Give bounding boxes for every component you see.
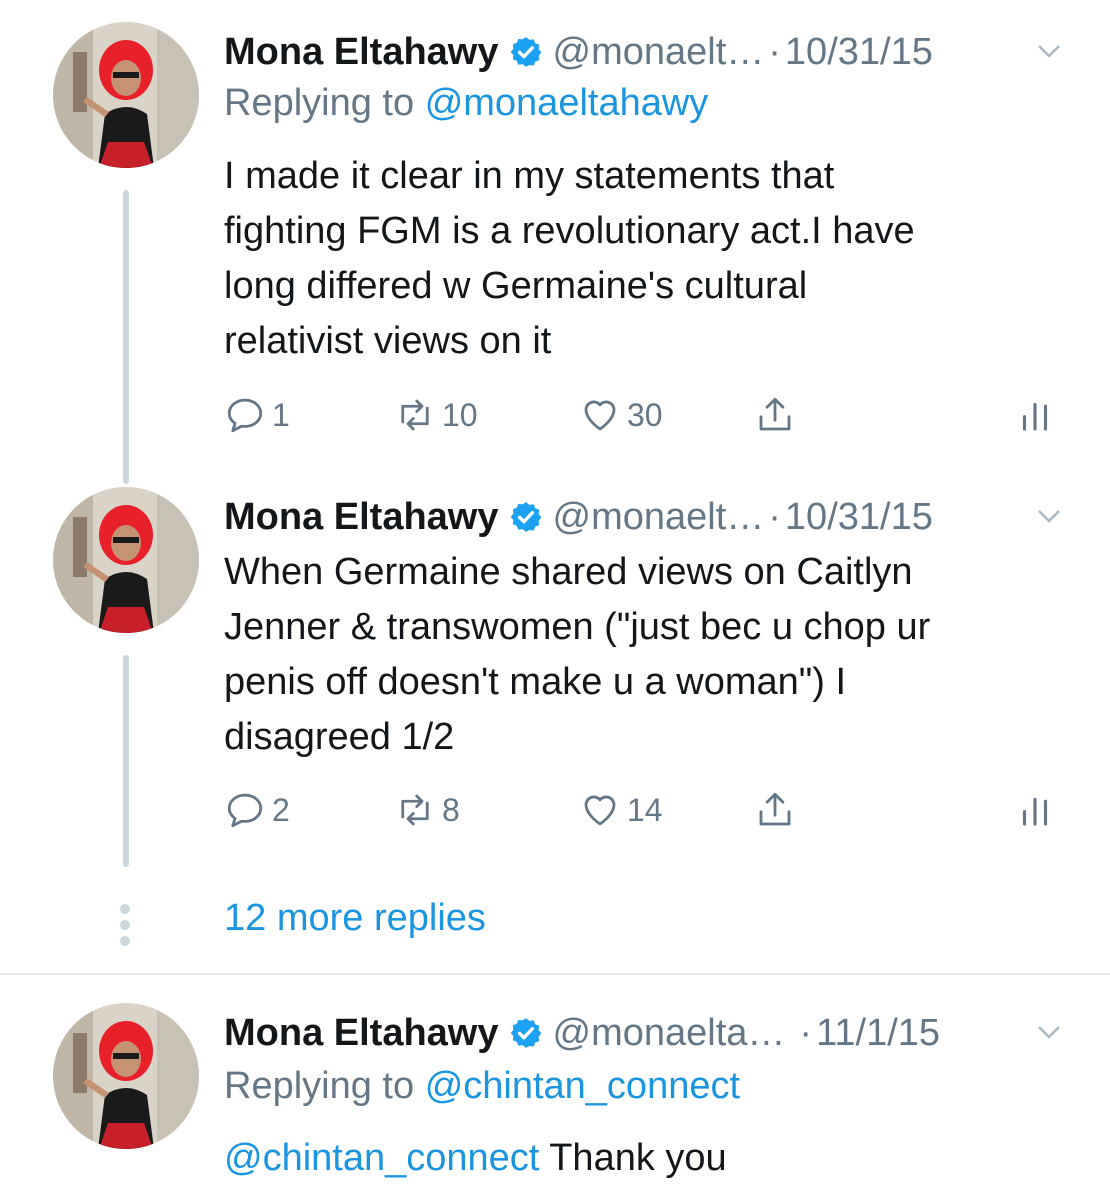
retweet-count: 8 [442, 791, 460, 828]
analytics-icon [1022, 402, 1048, 431]
tweet[interactable]: Mona Eltahawy @monaelt… · 10/31/15 Reply… [0, 22, 1110, 484]
retweet-button[interactable]: 8 [394, 785, 460, 835]
tweet[interactable]: Mona Eltahawy @monaelt… · 10/31/15 When … [0, 487, 1110, 877]
chevron-down-icon[interactable] [1034, 501, 1064, 531]
reply-button[interactable]: 2 [224, 785, 290, 835]
separator-dot: · [799, 1011, 813, 1054]
reply-count: 2 [272, 791, 290, 828]
heart-icon [584, 795, 616, 826]
tweet-text: When Germaine shared views on Caitlyn Je… [224, 545, 1064, 765]
collapsed-thread-dots [120, 904, 132, 952]
reply-to-mention[interactable]: @monaeltahawy [425, 82, 709, 124]
display-name[interactable]: Mona Eltahawy [224, 496, 499, 539]
analytics-button[interactable] [1014, 390, 1056, 440]
reply-button[interactable]: 1 [224, 390, 290, 440]
handle[interactable]: @monaelt… [553, 496, 765, 539]
tweet-header: Mona Eltahawy @monaelta… · 11/1/15 [224, 1003, 1064, 1063]
avatar[interactable] [53, 487, 199, 633]
replying-to: Replying to @chintan_connect [224, 1065, 740, 1108]
divider [0, 973, 1110, 975]
reply-to-mention[interactable]: @chintan_connect [425, 1065, 740, 1107]
thread-line [123, 190, 129, 484]
replying-to-label: Replying to [224, 1065, 415, 1107]
tweet-text-line: Jenner & transwomen ("just bec u chop ur [224, 606, 931, 648]
separator-dot: · [768, 30, 781, 73]
like-count: 14 [627, 791, 663, 828]
tweet-text-line: penis off doesn't make u a woman") I [224, 661, 847, 703]
separator-dot: · [768, 495, 781, 538]
tweet-header: Mona Eltahawy @monaelt… · 10/31/15 [224, 487, 1064, 547]
like-count: 30 [627, 396, 663, 433]
tweet-text-line: long differed w Germaine's cultural [224, 265, 808, 307]
timestamp[interactable]: 11/1/15 [816, 1012, 940, 1055]
avatar-image [53, 487, 199, 633]
tweet-header: Mona Eltahawy @monaelt… · 10/31/15 [224, 22, 1064, 82]
replying-to-label: Replying to [224, 82, 415, 124]
mention-link[interactable]: @chintan_connect [224, 1137, 539, 1179]
tweet-actions: 2 8 14 [224, 785, 1054, 835]
tweet-text: I made it clear in my statements that fi… [224, 149, 1064, 369]
more-replies-link[interactable]: 12 more replies [224, 897, 486, 940]
verified-badge-icon [510, 37, 541, 67]
tweet[interactable]: Mona Eltahawy @monaelta… · 11/1/15 Reply… [0, 1003, 1110, 1200]
chevron-down-icon[interactable] [1034, 1017, 1064, 1047]
retweet-count: 10 [442, 396, 478, 433]
analytics-button[interactable] [1014, 785, 1056, 835]
like-button[interactable]: 14 [579, 785, 663, 835]
tweet-text-line: I made it clear in my statements that [224, 155, 835, 197]
chevron-down-icon[interactable] [1034, 36, 1064, 66]
replying-to: Replying to @monaeltahawy [224, 82, 708, 125]
tweet-text-line: disagreed 1/2 [224, 716, 455, 758]
analytics-icon [1022, 797, 1048, 826]
handle[interactable]: @monaelta… [553, 1012, 786, 1055]
reply-icon [227, 793, 263, 828]
retweet-icon [401, 794, 429, 826]
tweet-text: @chintan_connect Thank you [224, 1131, 1064, 1186]
avatar-image [53, 22, 199, 168]
tweet-text-line: relativist views on it [224, 320, 552, 362]
display-name[interactable]: Mona Eltahawy [224, 1012, 499, 1055]
share-icon [759, 792, 791, 826]
share-button[interactable] [754, 785, 796, 835]
share-icon [759, 397, 791, 431]
verified-badge-icon [510, 1018, 541, 1048]
tweet-text-line: fighting FGM is a revolutionary act.I ha… [224, 210, 915, 252]
reply-count: 1 [272, 396, 290, 433]
share-button[interactable] [754, 390, 796, 440]
reply-icon [227, 398, 263, 433]
timestamp[interactable]: 10/31/15 [785, 496, 933, 539]
timestamp[interactable]: 10/31/15 [785, 31, 933, 74]
verified-badge-icon [510, 502, 541, 532]
like-button[interactable]: 30 [579, 390, 663, 440]
tweet-text-line: When Germaine shared views on Caitlyn [224, 551, 913, 593]
thread-line [123, 655, 129, 867]
tweet-actions: 1 10 30 [224, 390, 1054, 440]
handle[interactable]: @monaelt… [553, 31, 765, 74]
heart-icon [584, 400, 616, 431]
retweet-icon [401, 399, 429, 431]
display-name[interactable]: Mona Eltahawy [224, 31, 499, 74]
retweet-button[interactable]: 10 [394, 390, 478, 440]
avatar-image [53, 1003, 199, 1149]
avatar[interactable] [53, 1003, 199, 1149]
avatar[interactable] [53, 22, 199, 168]
tweet-text-content: Thank you [549, 1137, 727, 1179]
